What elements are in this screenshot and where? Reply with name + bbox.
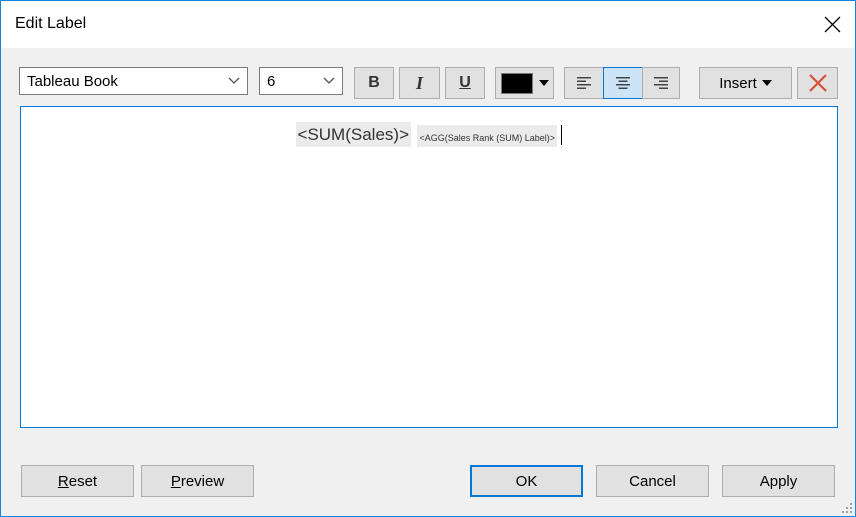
font-size-select[interactable]: 6: [259, 67, 343, 95]
underline-button[interactable]: U: [445, 67, 485, 99]
color-swatch: [500, 72, 533, 94]
align-right-button[interactable]: [642, 67, 680, 99]
reset-mnemonic: R: [57, 472, 69, 490]
apply-button[interactable]: Apply: [722, 465, 835, 497]
align-left-button[interactable]: [564, 67, 604, 99]
align-right-icon: [654, 77, 668, 89]
font-color-button[interactable]: [495, 67, 554, 99]
dropdown-arrow-icon: [538, 80, 549, 86]
reset-label: eset: [68, 472, 98, 490]
italic-button[interactable]: I: [399, 67, 440, 99]
clear-formatting-button[interactable]: [797, 67, 838, 99]
align-center-button[interactable]: [603, 67, 643, 99]
bold-button[interactable]: B: [354, 67, 394, 99]
insert-label: Insert: [719, 74, 757, 92]
text-caret: [561, 125, 563, 145]
bold-icon: B: [368, 74, 380, 91]
chevron-down-icon: [228, 77, 240, 84]
font-family-value: Tableau Book: [27, 73, 118, 90]
preview-label: review: [180, 472, 225, 490]
preview-mnemonic: P: [170, 472, 181, 490]
preview-button[interactable]: Preview: [141, 465, 254, 497]
dropdown-arrow-icon: [761, 80, 772, 86]
dialog-title: Edit Label: [15, 15, 87, 32]
edit-label-dialog: Edit Label Tableau Book 6 B I U Insert <…: [0, 0, 856, 517]
chevron-down-icon: [323, 77, 335, 84]
close-button[interactable]: [809, 1, 855, 48]
reset-button[interactable]: Reset: [21, 465, 134, 497]
ok-label: OK: [515, 472, 538, 490]
insert-button[interactable]: Insert: [699, 67, 792, 99]
resize-grip-icon[interactable]: [842, 503, 852, 513]
underline-icon: U: [459, 74, 471, 91]
italic-icon: I: [415, 72, 423, 93]
editor-line: <SUM(Sales)> <AGG(Sales Rank (SUM) Label…: [21, 122, 837, 147]
clear-x-icon: [808, 74, 827, 92]
apply-label: Apply: [759, 472, 798, 490]
font-size-value: 6: [267, 73, 276, 90]
formatting-toolbar: Tableau Book 6 B I U Insert: [1, 48, 855, 106]
ok-button[interactable]: OK: [470, 465, 583, 497]
sum-sales-field[interactable]: <SUM(Sales)>: [295, 122, 411, 147]
font-family-select[interactable]: Tableau Book: [19, 67, 248, 95]
cancel-button[interactable]: Cancel: [596, 465, 709, 497]
label-text-editor[interactable]: <SUM(Sales)> <AGG(Sales Rank (SUM) Label…: [20, 106, 838, 428]
sales-rank-label-field[interactable]: <AGG(Sales Rank (SUM) Label)>: [417, 125, 558, 147]
cancel-label: Cancel: [629, 472, 676, 490]
align-center-icon: [616, 77, 630, 89]
close-icon: [824, 16, 840, 33]
title-bar: Edit Label: [1, 1, 855, 48]
align-left-icon: [577, 77, 591, 89]
